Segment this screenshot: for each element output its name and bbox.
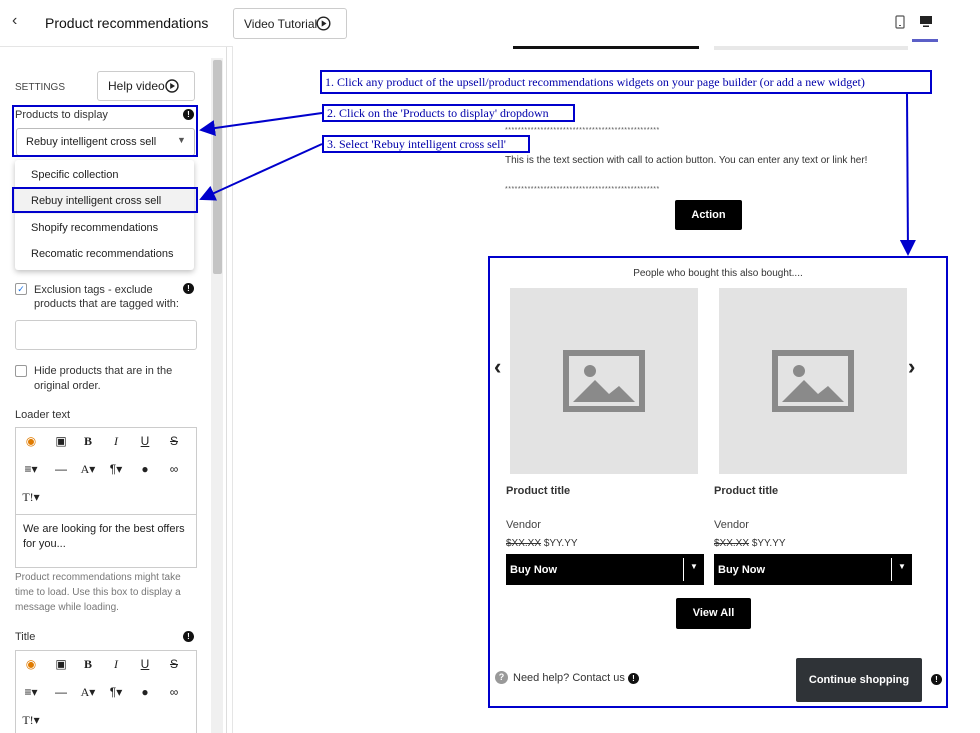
arrow-to-select (199, 112, 323, 136)
arrow-to-widget (899, 93, 916, 256)
arrow-to-option (199, 143, 323, 201)
annotation-arrows (199, 93, 916, 256)
